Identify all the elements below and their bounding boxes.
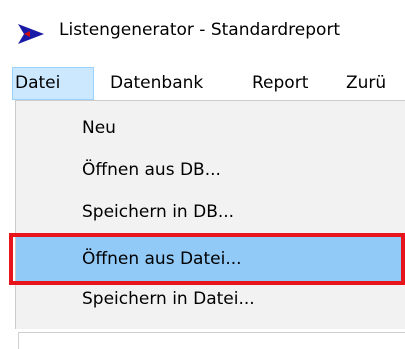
app-window: Listengenerator - Standardreport Datei D… [0,0,405,349]
window-title: Listengenerator - Standardreport [59,20,341,40]
menu-report-label: Report [252,73,309,93]
menu-datei-label: Datei [15,73,61,93]
title-bar[interactable]: Listengenerator - Standardreport [0,0,405,48]
app-play-icon [16,23,46,45]
menu-item-neu-label: Neu [82,118,116,138]
menu-datenbank-label: Datenbank [110,73,204,93]
menu-datenbank[interactable]: Datenbank [110,67,203,100]
menu-datei[interactable]: Datei [12,67,94,100]
menu-bar: Datei Datenbank Report Zurü [0,67,405,100]
menu-item-speichern-in-datei[interactable]: Speichern in Datei... [16,281,405,317]
menu-zurueck-label: Zurü [346,73,387,93]
menu-item-oeffnen-aus-datei[interactable]: Öffnen aus Datei... [16,237,405,281]
menu-item-speichern-in-datei-label: Speichern in Datei... [82,289,255,309]
menu-item-oeffnen-aus-db-label: Öffnen aus DB... [82,160,221,180]
menu-item-oeffnen-aus-db[interactable]: Öffnen aus DB... [16,152,405,188]
menu-item-neu[interactable]: Neu [16,110,405,146]
menu-item-oeffnen-aus-datei-label: Öffnen aus Datei... [82,249,242,269]
content-area-edge [18,332,405,349]
menu-item-speichern-in-db-label: Speichern in DB... [82,202,235,222]
datei-dropdown-menu: Neu Öffnen aus DB... Speichern in DB... … [15,100,405,329]
menu-zurueck[interactable]: Zurü [346,67,386,100]
menu-report[interactable]: Report [252,67,308,100]
menu-item-speichern-in-db[interactable]: Speichern in DB... [16,194,405,230]
